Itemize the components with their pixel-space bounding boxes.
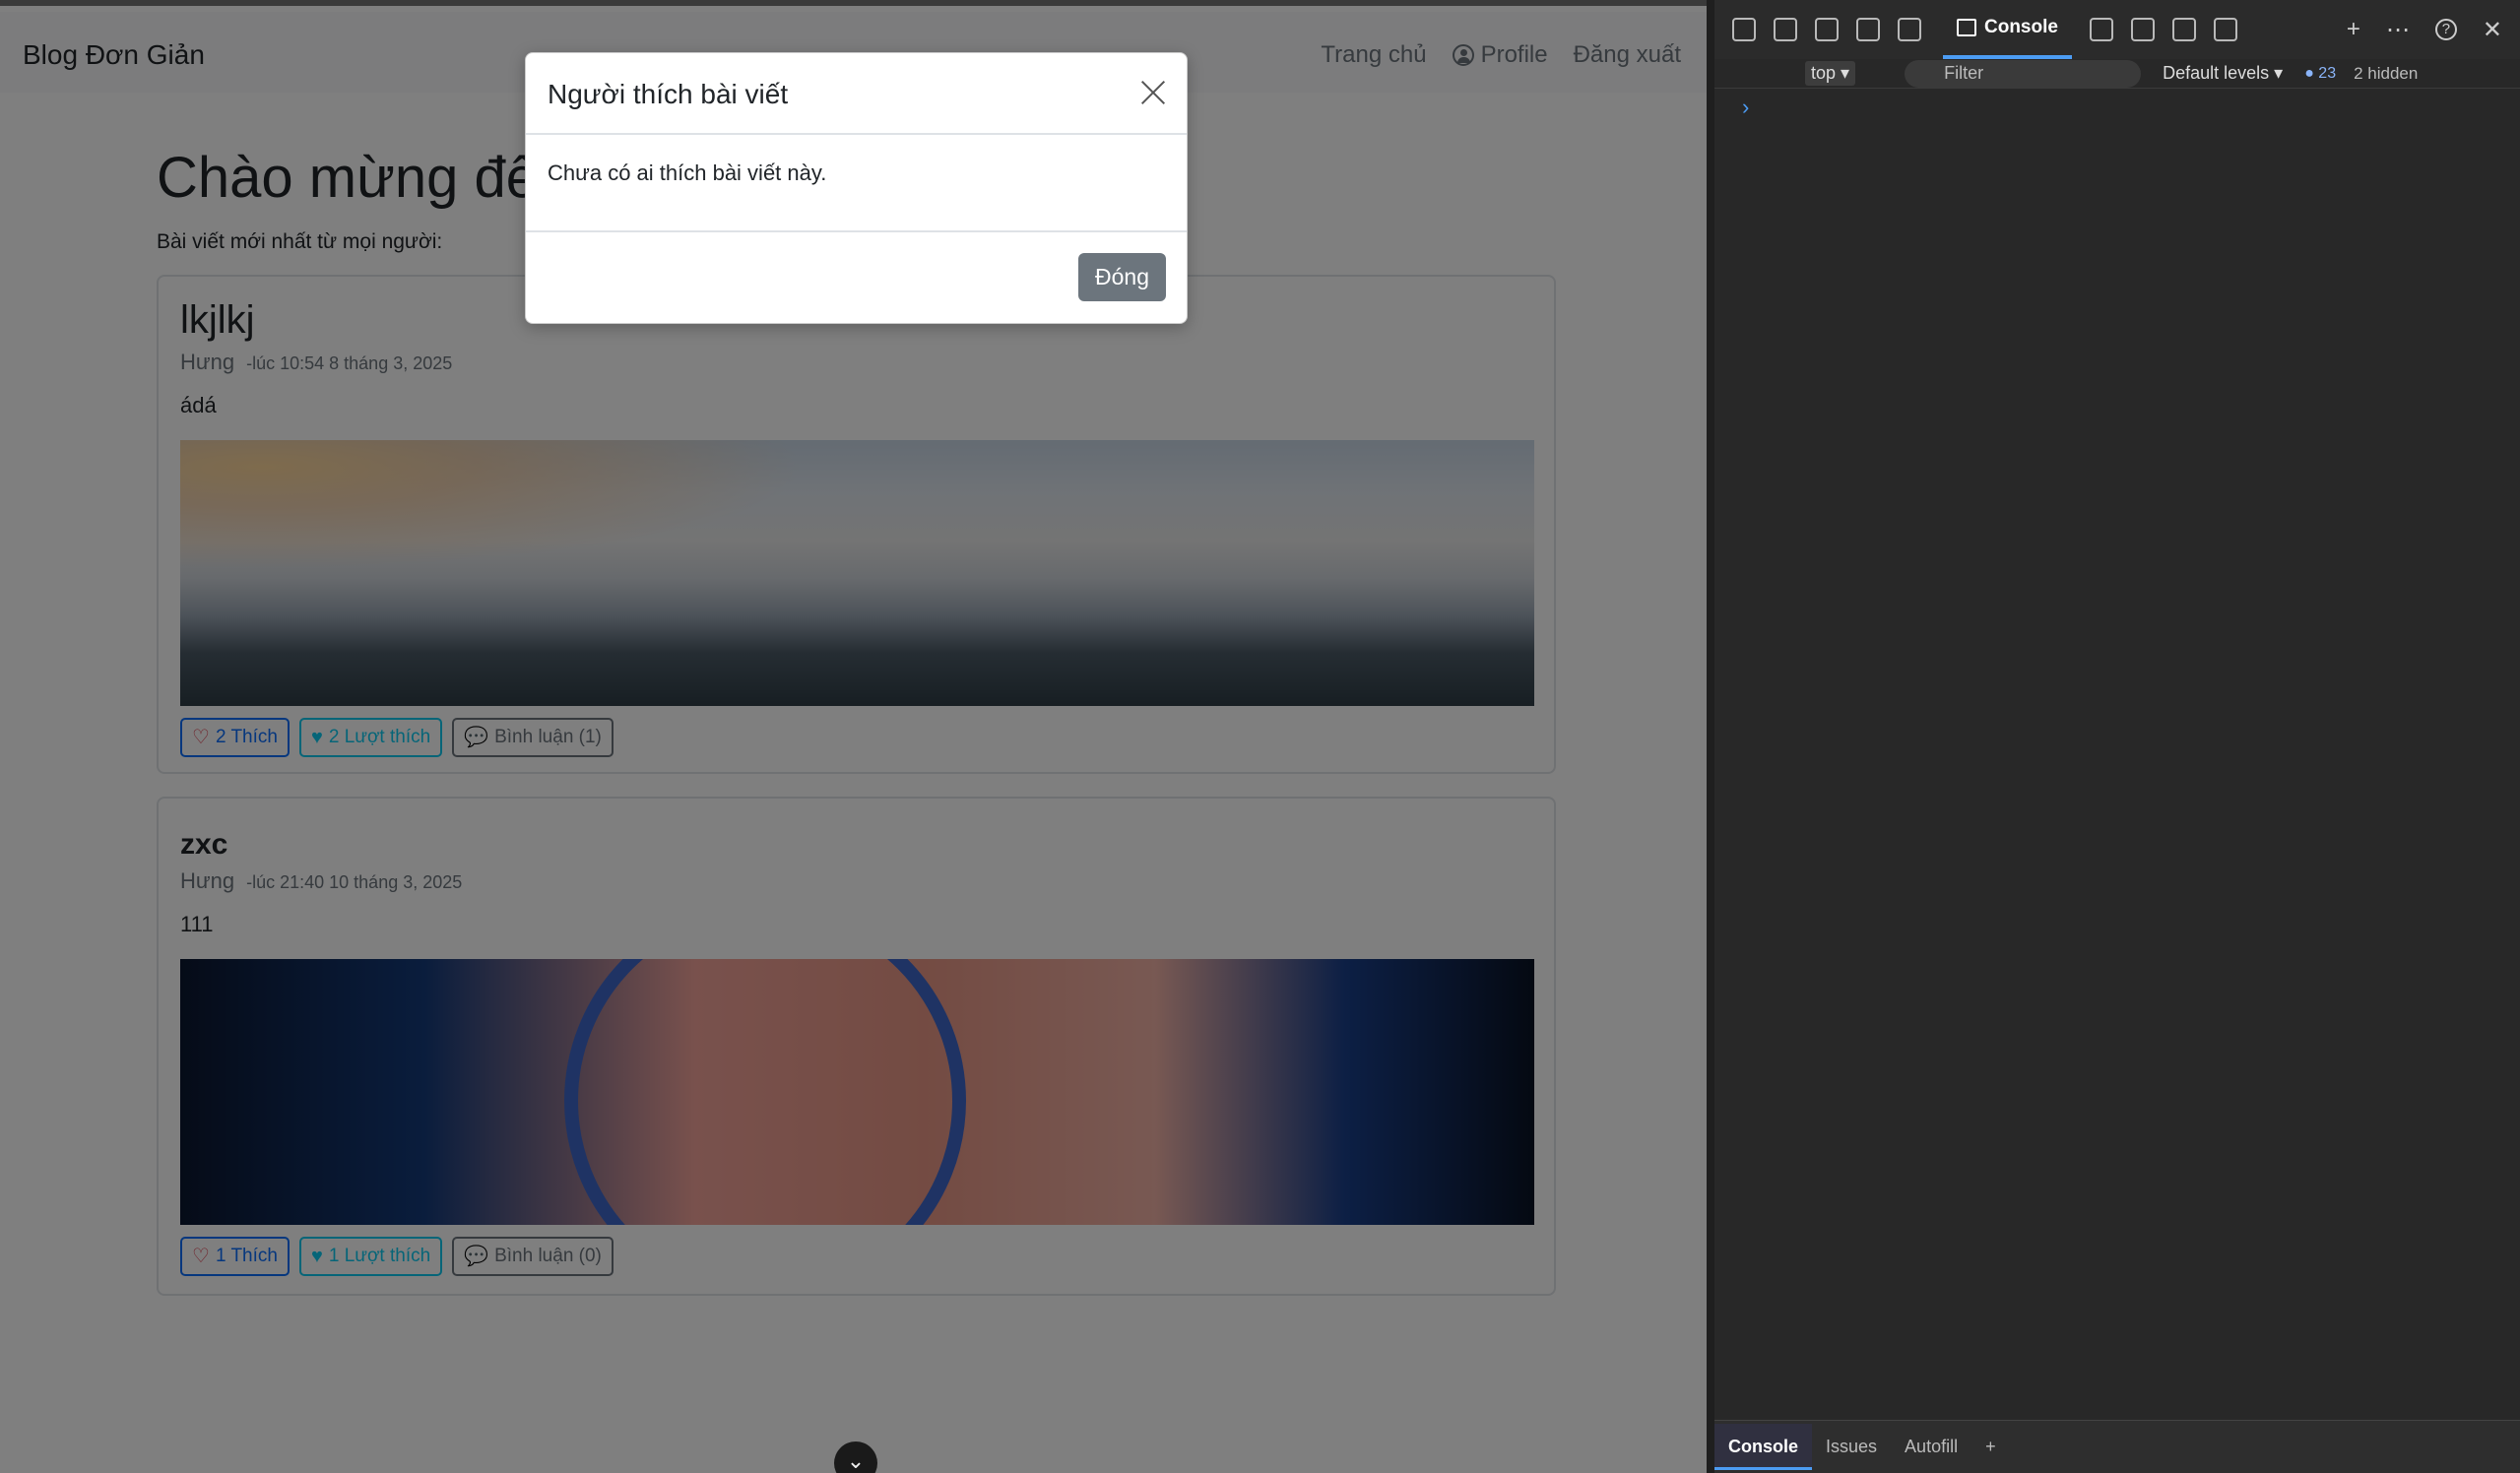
filter-input[interactable]: Filter xyxy=(1905,59,2142,88)
add-drawer-tab-icon[interactable]: + xyxy=(1971,1437,2010,1457)
tab-console[interactable]: Console xyxy=(1943,0,2072,59)
close-button[interactable]: Đóng xyxy=(1078,253,1166,301)
modal-footer: Đóng xyxy=(526,232,1187,323)
help-icon[interactable]: ? xyxy=(2434,19,2457,40)
inspect-element-icon[interactable] xyxy=(1732,18,1756,41)
close-devtools-icon[interactable]: ✕ xyxy=(2483,16,2502,44)
tab-console-label: Console xyxy=(1984,17,2058,37)
console-icon xyxy=(1957,19,1976,36)
browser-page: Blog Đơn Giản Trang chủ Profile Đăng xuấ… xyxy=(0,0,1707,1473)
log-levels-dropdown[interactable]: Default levels ▾ xyxy=(2163,63,2283,84)
plus-icon[interactable]: + xyxy=(2347,16,2360,43)
settings-gear-icon[interactable] xyxy=(2213,18,2237,41)
context-label: top xyxy=(1811,63,1837,83)
devtools-toolbar: Console + ⋯ ? ✕ xyxy=(1714,0,2520,59)
chevron-down-icon: ⌄ xyxy=(846,1448,866,1473)
modal-body: Chưa có ai thích bài viết này. xyxy=(526,135,1187,232)
devtools-drawer-tabs: Console Issues Autofill + xyxy=(1714,1420,2520,1473)
device-toolbar-icon[interactable] xyxy=(1774,18,1797,41)
dock-side-icon[interactable] xyxy=(1815,18,1839,41)
context-selector[interactable]: top ▾ xyxy=(1805,61,1856,86)
performance-icon[interactable] xyxy=(2171,18,2196,41)
message-count: 23 xyxy=(2318,64,2337,82)
devtools-toolbar-right: + ⋯ ? ✕ xyxy=(2347,16,2502,44)
modal-title: Người thích bài viết xyxy=(548,79,789,109)
drawer-tab-issues[interactable]: Issues xyxy=(1812,1437,1891,1457)
modal-header: Người thích bài viết xyxy=(526,53,1187,135)
network-wifi-icon[interactable] xyxy=(2130,18,2155,41)
drawer-tab-console[interactable]: Console xyxy=(1714,1424,1813,1470)
console-prompt-icon[interactable]: › xyxy=(1742,95,1749,120)
more-options-icon[interactable]: ⋯ xyxy=(2386,16,2410,44)
devtools-panel: Console + ⋯ ? ✕ top ▾ Filter Default lev… xyxy=(1707,0,2520,1473)
message-count-badge[interactable]: ● 23 xyxy=(2304,65,2336,83)
drawer-tab-autofill[interactable]: Autofill xyxy=(1891,1437,1971,1457)
console-filter-bar: top ▾ Filter Default levels ▾ ● 23 2 hid… xyxy=(1714,59,2520,89)
welcome-home-icon[interactable] xyxy=(1856,18,1880,41)
filter-placeholder: Filter xyxy=(1944,63,1984,83)
elements-code-icon[interactable] xyxy=(1898,18,1921,41)
hidden-count: 2 hidden xyxy=(2354,63,2419,83)
close-icon[interactable] xyxy=(1139,79,1167,106)
sources-bug-icon[interactable] xyxy=(2089,18,2113,41)
log-levels-label: Default levels xyxy=(2163,63,2270,83)
likers-modal: Người thích bài viết Chưa có ai thích bà… xyxy=(525,52,1188,324)
